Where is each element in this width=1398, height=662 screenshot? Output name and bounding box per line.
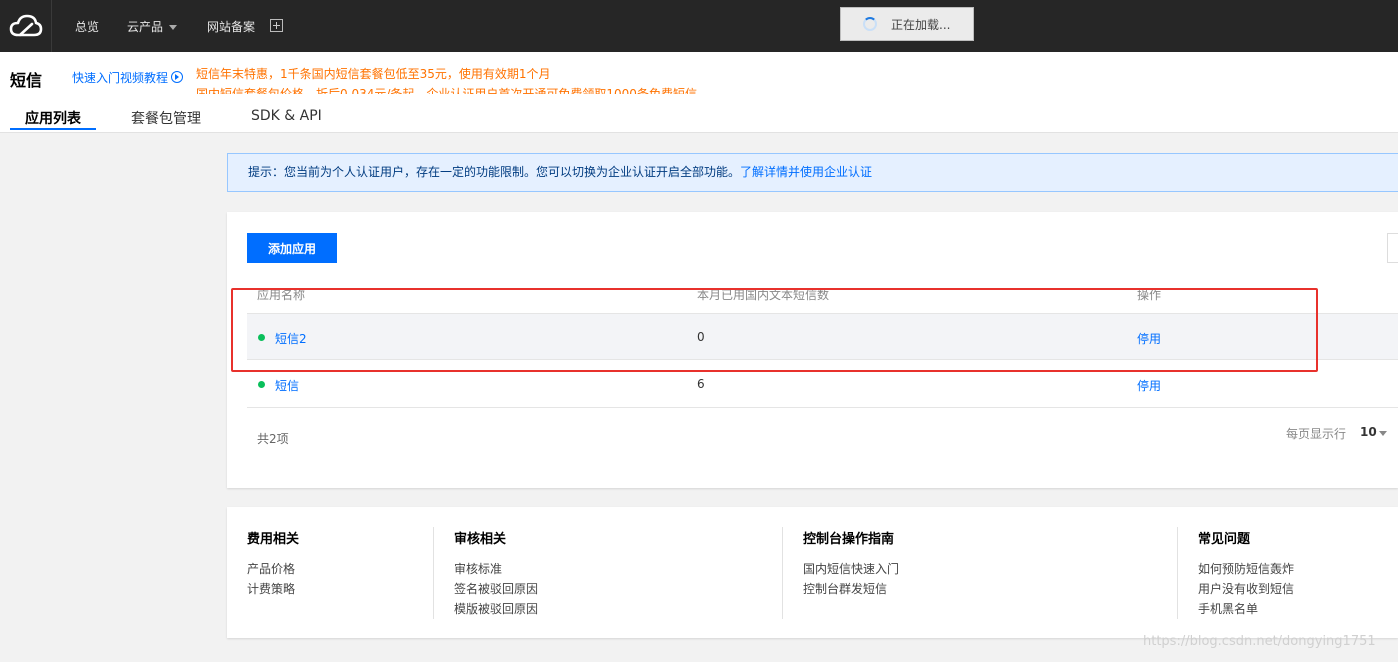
promo-line[interactable]: 国内短信套餐包价格，折后0.034元/条起，企业认证用户首次开通可免费领取100… [196,84,716,94]
page-header: 短信 快速入门视频教程 短信年末特惠，1千条国内短信套餐包低至35元，使用有效期… [0,52,1398,133]
sms-count: 6 [697,377,705,391]
footer-col-review: 审核相关 审核标准 签名被驳回原因 模版被驳回原因 [454,528,538,619]
nav-cloud-products[interactable]: 云产品 [127,18,178,35]
footer-col-title: 费用相关 [247,532,300,547]
chevron-down-icon [169,25,178,30]
help-footer: 费用相关 产品价格 计费策略 审核相关 审核标准 签名被驳回原因 模版被驳回原因… [227,507,1398,638]
loading-toast: 正在加载... [840,7,974,41]
promo-line[interactable]: 短信年末特惠，1千条国内短信套餐包低至35元，使用有效期1个月 [196,64,716,84]
per-page-label: 每页显示行 [1286,427,1347,441]
top-nav-bar: 总览 云产品 网站备案 正在加载... [0,0,1398,52]
footer-col-faq: 常见问题 如何预防短信轰炸 用户没有收到短信 手机黑名单 [1198,528,1294,619]
footer-link[interactable]: 用户没有收到短信 [1198,579,1294,599]
footer-link[interactable]: 手机黑名单 [1198,599,1294,619]
video-tutorial-link[interactable]: 快速入门视频教程 [72,69,184,86]
footer-link[interactable]: 如何预防短信轰炸 [1198,559,1294,579]
promo-banner[interactable]: 短信年末特惠，1千条国内短信套餐包低至35元，使用有效期1个月 国内短信套餐包价… [196,64,716,94]
info-notice: 提示：您当前为个人认证用户，存在一定的功能限制。您可以切换为企业认证开启全部功能… [227,153,1398,192]
tab-sdk-api[interactable]: SDK & API [251,108,322,124]
search-box[interactable] [1387,233,1398,263]
footer-link[interactable]: 产品价格 [247,559,299,579]
spinner-icon [863,17,877,31]
highlight-annotation [231,288,1318,372]
footer-col-console-guide: 控制台操作指南 国内短信快速入门 控制台群发短信 [803,528,899,599]
add-app-button[interactable]: 添加应用 [247,233,337,263]
tab-app-list[interactable]: 应用列表 [25,108,81,128]
footer-link[interactable]: 模版被驳回原因 [454,599,538,619]
divider [782,527,783,619]
footer-col-title: 控制台操作指南 [803,532,895,547]
page-title: 短信 [10,71,43,90]
nav-overview[interactable]: 总览 [75,18,99,35]
footer-col-title: 审核相关 [454,532,507,547]
per-page-select[interactable]: 10 [1360,425,1377,439]
footer-link[interactable]: 计费策略 [247,579,299,599]
watermark: https://blog.csdn.net/dongying1751 [1143,634,1376,649]
cloud-logo-icon[interactable] [0,0,52,52]
nav-cloud-products-label: 云产品 [127,20,164,34]
footer-link[interactable]: 签名被驳回原因 [454,579,538,599]
footer-col-billing: 费用相关 产品价格 计费策略 [247,528,299,599]
divider [1177,527,1178,619]
chevron-down-icon[interactable] [1379,431,1387,436]
app-name-link[interactable]: 短信 [275,377,299,394]
footer-link[interactable]: 国内短信快速入门 [803,559,899,579]
video-tutorial-label: 快速入门视频教程 [72,71,169,85]
notice-text: 提示：您当前为个人认证用户，存在一定的功能限制。您可以切换为企业认证开启全部功能… [248,165,741,179]
divider [433,527,434,619]
total-count: 共2项 [257,432,289,446]
tab-package-management[interactable]: 套餐包管理 [131,108,201,128]
disable-button[interactable]: 停用 [1137,377,1161,394]
footer-link[interactable]: 审核标准 [454,559,538,579]
status-on-icon [258,381,265,388]
footer-col-title: 常见问题 [1198,532,1251,547]
footer-link[interactable]: 控制台群发短信 [803,579,899,599]
play-circle-icon [171,71,184,83]
loading-text: 正在加载... [891,17,951,32]
add-shortcut-icon[interactable] [270,19,283,32]
enterprise-auth-link[interactable]: 了解详情并使用企业认证 [740,165,872,179]
nav-icp-filing[interactable]: 网站备案 [207,18,255,35]
active-tab-indicator [10,128,96,130]
